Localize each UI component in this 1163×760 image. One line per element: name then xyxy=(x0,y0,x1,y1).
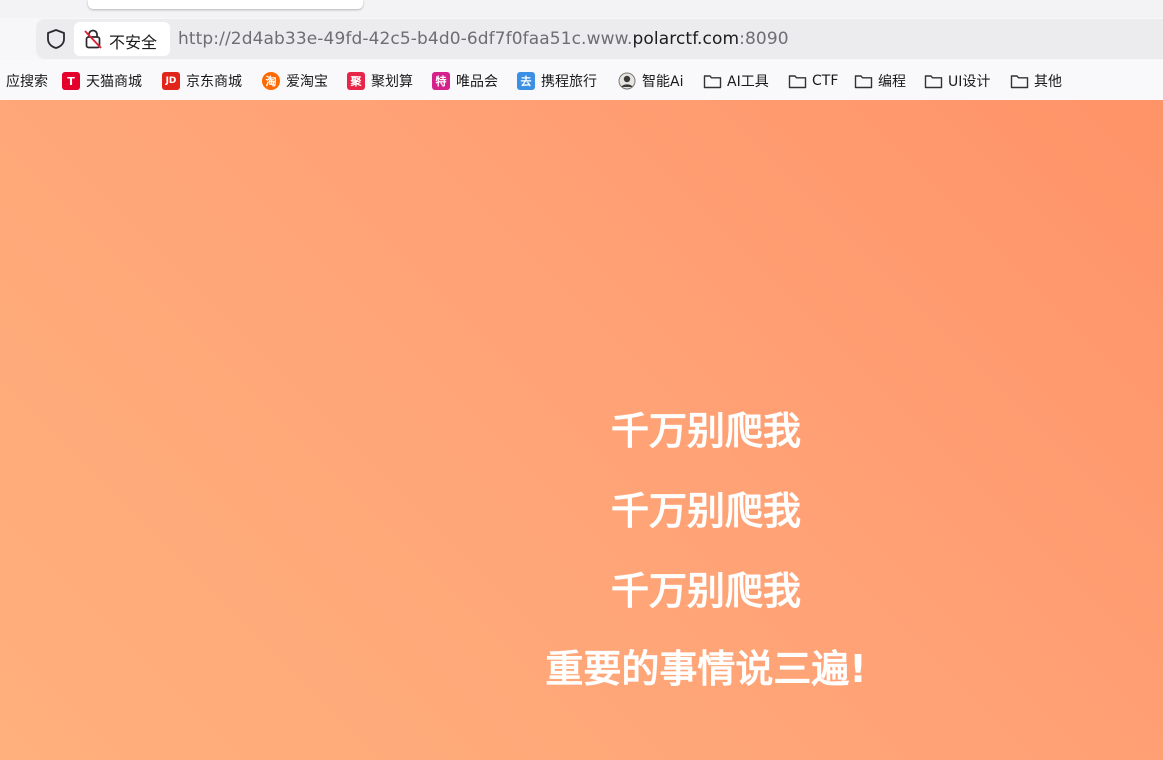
warning-line: 千万别爬我 xyxy=(610,489,802,533)
bookmark-taobao[interactable]: 淘 爱淘宝 xyxy=(262,70,328,92)
bookmark-label: 天猫商城 xyxy=(86,74,142,90)
security-label: 不安全 xyxy=(109,33,158,52)
bookmark-label: 唯品会 xyxy=(456,74,498,90)
site-security-button[interactable]: 不安全 xyxy=(74,22,170,56)
bookmark-folder-ui-design[interactable]: UI设计 xyxy=(924,70,990,92)
page-content: 千万别爬我 千万别爬我 千万别爬我 重要的事情说三遍! xyxy=(0,100,1163,760)
bookmark-label: UI设计 xyxy=(948,74,991,90)
bookmark-label: AI工具 xyxy=(727,74,769,90)
bookmark-ai[interactable]: 智能Ai xyxy=(618,70,683,92)
url-prefix: http://2d4ab33e-49fd-42c5-b4d0-6df7f0faa… xyxy=(178,29,633,49)
bookmark-label: 携程旅行 xyxy=(541,74,597,90)
tab-tooltip xyxy=(88,0,363,9)
folder-icon xyxy=(788,75,807,89)
bookmark-folder-other[interactable]: 其他 xyxy=(1010,70,1062,92)
url-port: :8090 xyxy=(739,29,789,49)
bookmark-vip[interactable]: 特 唯品会 xyxy=(432,70,498,92)
bookmark-label: 应搜索 xyxy=(6,74,48,90)
url-text[interactable]: http://2d4ab33e-49fd-42c5-b4d0-6df7f0faa… xyxy=(178,29,789,49)
taobao-icon: 淘 xyxy=(262,72,280,90)
url-host: polarctf.com xyxy=(632,29,740,49)
warning-line: 千万别爬我 xyxy=(610,569,802,613)
juhuasuan-icon: 聚 xyxy=(347,72,365,90)
folder-icon xyxy=(854,75,873,89)
bookmark-label: CTF xyxy=(812,73,839,89)
bookmark-folder-programming[interactable]: 编程 xyxy=(854,70,906,92)
folder-icon xyxy=(1010,75,1029,89)
bookmark-label: 京东商城 xyxy=(186,74,242,90)
bookmark-label: 编程 xyxy=(878,74,906,90)
bookmark-ctrip[interactable]: 去 携程旅行 xyxy=(517,70,597,92)
folder-icon xyxy=(703,75,722,89)
bookmark-label: 聚划算 xyxy=(371,74,413,90)
bookmark-tmall[interactable]: T 天猫商城 xyxy=(62,70,142,92)
tmall-icon: T xyxy=(62,72,80,90)
bookmark-juhuasuan[interactable]: 聚 聚划算 xyxy=(347,70,413,92)
bookmark-jd[interactable]: JD 京东商城 xyxy=(162,70,242,92)
jd-icon: JD xyxy=(162,72,180,90)
bookmark-folder-ctf[interactable]: CTF xyxy=(788,70,838,92)
vip-icon: 特 xyxy=(432,72,450,90)
bookmark-label: 其他 xyxy=(1034,74,1062,90)
folder-icon xyxy=(924,75,943,89)
emphasis-line: 重要的事情说三遍! xyxy=(545,647,867,691)
bookmark-search-app[interactable]: 应搜索 xyxy=(0,70,48,92)
ctrip-icon: 去 xyxy=(517,72,535,90)
warning-line: 千万别爬我 xyxy=(610,409,802,453)
bookmark-label: 爱淘宝 xyxy=(286,74,328,90)
bookmarks-bar: 应搜索 T 天猫商城 JD 京东商城 淘 爱淘宝 聚 聚划算 特 唯品会 去 携… xyxy=(0,60,1163,100)
shield-icon[interactable] xyxy=(45,28,67,50)
avatar-icon xyxy=(618,72,636,90)
bookmark-label: 智能Ai xyxy=(642,74,684,90)
insecure-lock-icon xyxy=(84,29,102,49)
bookmark-folder-ai-tools[interactable]: AI工具 xyxy=(703,70,769,92)
